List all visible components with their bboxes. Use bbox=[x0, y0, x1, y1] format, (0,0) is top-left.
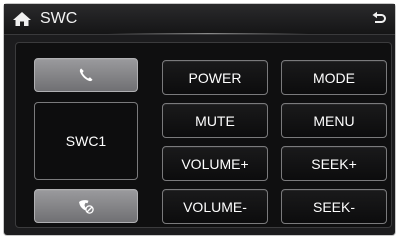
back-icon[interactable] bbox=[371, 11, 387, 27]
mute-button[interactable]: MUTE bbox=[162, 103, 268, 138]
swc-slot[interactable]: SWC1 bbox=[34, 102, 138, 180]
seek-down-button[interactable]: SEEK- bbox=[281, 189, 387, 224]
mode-button[interactable]: MODE bbox=[281, 60, 387, 95]
seek-up-button[interactable]: SEEK+ bbox=[281, 146, 387, 181]
page-title: SWC bbox=[40, 10, 78, 27]
hang-up-button[interactable] bbox=[34, 189, 138, 223]
power-button[interactable]: POWER bbox=[162, 60, 268, 95]
phone-icon bbox=[78, 67, 94, 83]
title-bar: SWC bbox=[4, 4, 395, 35]
call-button[interactable] bbox=[34, 58, 138, 92]
title-underline bbox=[108, 33, 308, 34]
volume-down-button[interactable]: VOLUME- bbox=[162, 189, 268, 224]
control-panel: SWC1 POWER MUTE VOLUME+ VOLUME- MODE MEN… bbox=[15, 42, 392, 228]
home-icon[interactable] bbox=[12, 11, 32, 27]
hang-up-icon bbox=[77, 197, 95, 215]
swc-screen: SWC SWC1 POWER MUTE VOLUME+ VOLUME- MODE… bbox=[4, 4, 395, 235]
swc-slot-label: SWC1 bbox=[65, 133, 107, 149]
volume-up-button[interactable]: VOLUME+ bbox=[162, 146, 268, 181]
menu-button[interactable]: MENU bbox=[281, 103, 387, 138]
